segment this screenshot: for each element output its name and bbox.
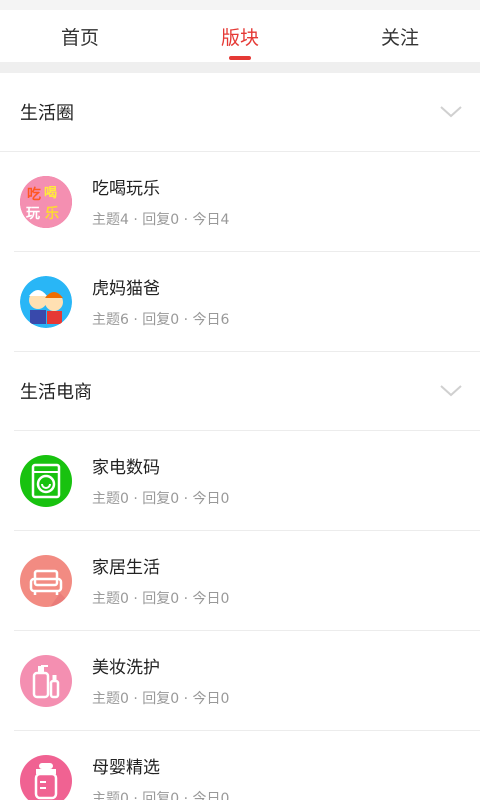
- svg-text:乐: 乐: [45, 205, 59, 222]
- tab-following-label: 关注: [380, 26, 419, 49]
- svg-text:玩: 玩: [26, 206, 40, 222]
- tab-home-label: 首页: [60, 26, 99, 49]
- forum-stats: 主题4 · 回复0 · 今日4: [92, 212, 230, 228]
- forum-name: 吃喝玩乐: [92, 179, 160, 199]
- cosmetics-bottle-icon: [20, 654, 72, 707]
- tab-forums[interactable]: 版块: [160, 10, 320, 62]
- forum-stats: 主题0 · 回复0 · 今日0: [92, 791, 230, 800]
- section-header-life-ecommerce[interactable]: 生活电商: [14, 352, 480, 431]
- active-tab-indicator: [229, 56, 251, 60]
- forum-list: 生活圈 吃 喝 玩 乐 吃喝玩乐 主题4 · 回复0 · 今日4 虎妈猫爸 主题…: [0, 73, 480, 800]
- sofa-icon: [20, 554, 72, 607]
- forum-item-eat-drink-play[interactable]: 吃 喝 玩 乐 吃喝玩乐 主题4 · 回复0 · 今日4: [14, 152, 480, 252]
- tiger-mom-cat-dad-icon: [20, 275, 72, 328]
- section-title: 生活圈: [20, 103, 74, 124]
- svg-text:吃: 吃: [27, 186, 41, 203]
- forum-name: 母婴精选: [92, 758, 160, 778]
- washing-machine-icon: [20, 454, 72, 507]
- tab-home[interactable]: 首页: [0, 10, 160, 62]
- section-title: 生活电商: [20, 382, 92, 403]
- forum-name: 虎妈猫爸: [92, 279, 160, 299]
- forum-item-tiger-mom-cat-dad[interactable]: 虎妈猫爸 主题6 · 回复0 · 今日6: [14, 252, 480, 352]
- forum-item-mother-baby[interactable]: 母婴精选 主题0 · 回复0 · 今日0: [14, 731, 480, 800]
- forum-stats: 主题0 · 回复0 · 今日0: [92, 591, 230, 607]
- forum-stats: 主题0 · 回复0 · 今日0: [92, 491, 230, 507]
- forum-item-beauty-care[interactable]: 美妆洗护 主题0 · 回复0 · 今日0: [14, 631, 480, 731]
- forum-item-appliances-digital[interactable]: 家电数码 主题0 · 回复0 · 今日0: [14, 431, 480, 531]
- forum-name: 家居生活: [92, 558, 160, 578]
- forum-name: 家电数码: [92, 458, 160, 478]
- tab-bar: 首页 版块 关注: [0, 10, 480, 62]
- svg-text:喝: 喝: [44, 186, 57, 201]
- forum-item-home-living[interactable]: 家居生活 主题0 · 回复0 · 今日0: [14, 531, 480, 631]
- section-header-life-circle[interactable]: 生活圈: [0, 73, 480, 152]
- forum-stats: 主题6 · 回复0 · 今日6: [92, 312, 230, 328]
- tab-following[interactable]: 关注: [320, 10, 480, 62]
- eat-drink-play-icon: 吃 喝 玩 乐: [20, 175, 72, 228]
- tab-forums-label: 版块: [220, 26, 259, 49]
- top-strip: [0, 0, 480, 10]
- forum-name: 美妆洗护: [92, 658, 160, 678]
- forum-stats: 主题0 · 回复0 · 今日0: [92, 691, 230, 707]
- chevron-down-icon[interactable]: [440, 384, 462, 398]
- divider-band: [0, 62, 480, 73]
- chevron-down-icon[interactable]: [440, 105, 462, 119]
- baby-bottle-icon: [20, 754, 72, 800]
